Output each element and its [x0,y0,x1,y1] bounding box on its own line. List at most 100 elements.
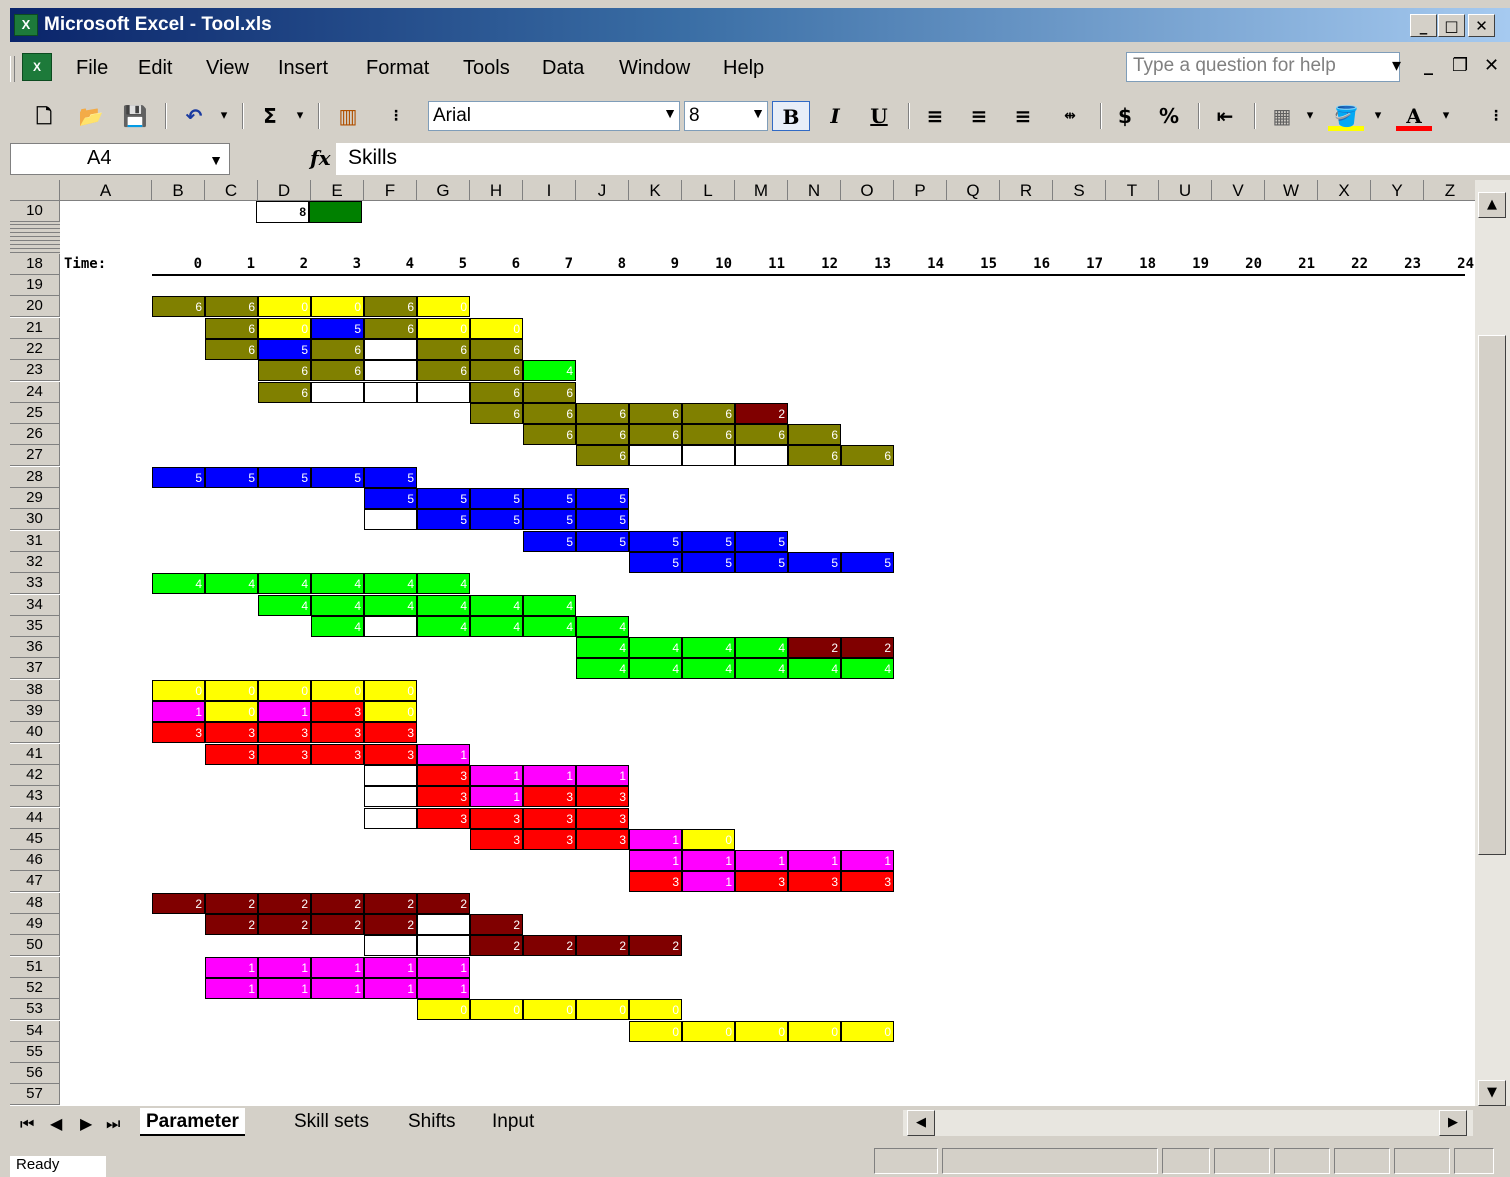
cell-f33[interactable]: 4 [364,573,417,594]
cell-d20[interactable]: 0 [258,296,311,317]
cell-h23[interactable]: 6 [470,360,523,381]
cell-n32[interactable]: 5 [788,552,841,573]
cell-h45[interactable]: 3 [470,829,523,850]
undo-dropdown-icon[interactable]: ▾ [216,101,232,131]
cell-f52[interactable]: 1 [364,978,417,999]
help-dropdown-icon[interactable]: ▾ [1392,55,1401,76]
cell-g53[interactable]: 0 [417,999,470,1020]
italic-button[interactable]: I [818,101,852,131]
cell-g49[interactable] [417,914,470,935]
column-header-p[interactable]: P [894,180,947,201]
row-header-53[interactable]: 53 [10,999,60,1020]
scroll-down-icon[interactable]: ▼ [1478,1080,1506,1106]
scroll-up-icon[interactable]: ▲ [1478,192,1506,218]
row-header-22[interactable]: 22 [10,339,60,360]
cell-f40[interactable]: 3 [364,722,417,743]
cell-i23[interactable]: 4 [523,360,576,381]
cell-h42[interactable]: 1 [470,765,523,786]
row-header-48[interactable]: 48 [10,893,60,914]
cell-f24[interactable] [364,382,417,403]
cell-m36[interactable]: 4 [735,637,788,658]
cell-j35[interactable]: 4 [576,616,629,637]
column-header-j[interactable]: J [576,180,629,201]
cell-c49[interactable]: 2 [205,914,258,935]
cell-c39[interactable]: 0 [205,701,258,722]
row-header-44[interactable]: 44 [10,808,60,829]
cell-e22[interactable]: 6 [311,339,364,360]
cell-g52[interactable]: 1 [417,978,470,999]
last-sheet-icon[interactable]: ⏭ [106,1114,120,1134]
font-size-select[interactable]: 8 ▼ [684,101,768,131]
cell-c21[interactable]: 6 [205,318,258,339]
cell-o32[interactable]: 5 [841,552,894,573]
column-header-b[interactable]: B [152,180,205,201]
select-all-corner[interactable] [10,180,60,201]
cell-f42[interactable] [364,765,417,786]
cell-b48[interactable]: 2 [152,893,205,914]
row-header-31[interactable]: 31 [10,531,60,552]
cell-c40[interactable]: 3 [205,722,258,743]
cell-g50[interactable] [417,935,470,956]
horizontal-scrollbar[interactable]: ◀ ▶ [903,1110,1473,1136]
cell-j25[interactable]: 6 [576,403,629,424]
cell-f20[interactable]: 6 [364,296,417,317]
cell-l37[interactable]: 4 [682,658,735,679]
prev-sheet-icon[interactable]: ◀ [50,1114,62,1133]
cell-o27[interactable]: 6 [841,445,894,466]
cell-f48[interactable]: 2 [364,893,417,914]
cell-e20[interactable]: 0 [311,296,364,317]
cell-n26[interactable]: 6 [788,424,841,445]
cell-f43[interactable] [364,786,417,807]
menu-tools[interactable]: Tools [463,57,510,80]
column-header-c[interactable]: C [205,180,258,201]
borders-icon[interactable]: ▦ [1266,101,1298,131]
cell-e33[interactable]: 4 [311,573,364,594]
cell-e49[interactable]: 2 [311,914,364,935]
cell-j30[interactable]: 5 [576,509,629,530]
cell-d51[interactable]: 1 [258,957,311,978]
column-header-n[interactable]: N [788,180,841,201]
cell-k31[interactable]: 5 [629,531,682,552]
cell-h34[interactable]: 4 [470,595,523,616]
row-header-47[interactable]: 47 [10,871,60,892]
cell-b39[interactable]: 1 [152,701,205,722]
row-header-28[interactable]: 28 [10,467,60,488]
column-header-k[interactable]: K [629,180,682,201]
cell-e40[interactable]: 3 [311,722,364,743]
cell-k27[interactable] [629,445,682,466]
cell-e51[interactable]: 1 [311,957,364,978]
column-header-x[interactable]: X [1318,180,1371,201]
new-document-icon[interactable]: 🗋 [30,101,58,131]
cell-m54[interactable]: 0 [735,1021,788,1042]
row-header-52[interactable]: 52 [10,978,60,999]
cell-i24[interactable]: 6 [523,382,576,403]
cell-g42[interactable]: 3 [417,765,470,786]
cell-k54[interactable]: 0 [629,1021,682,1042]
cell-n54[interactable]: 0 [788,1021,841,1042]
row-header-45[interactable]: 45 [10,829,60,850]
row-header-25[interactable]: 25 [10,403,60,424]
cell-j45[interactable]: 3 [576,829,629,850]
cell-i29[interactable]: 5 [523,488,576,509]
cell-d48[interactable]: 2 [258,893,311,914]
cell-g34[interactable]: 4 [417,595,470,616]
doc-minimize-button[interactable]: _ [1424,55,1433,76]
cell-d33[interactable]: 4 [258,573,311,594]
cell-d10[interactable]: 8 [256,201,309,223]
cell-k37[interactable]: 4 [629,658,682,679]
scroll-left-icon[interactable]: ◀ [907,1110,935,1136]
cell-g33[interactable]: 4 [417,573,470,594]
cell-n47[interactable]: 3 [788,871,841,892]
column-header-l[interactable]: L [682,180,735,201]
cell-l46[interactable]: 1 [682,850,735,871]
cell-h30[interactable]: 5 [470,509,523,530]
cell-h50[interactable]: 2 [470,935,523,956]
column-header-v[interactable]: V [1212,180,1265,201]
cell-g23[interactable]: 6 [417,360,470,381]
cell-i31[interactable]: 5 [523,531,576,552]
cell-f44[interactable] [364,808,417,829]
cell-g41[interactable]: 1 [417,744,470,765]
cell-c51[interactable]: 1 [205,957,258,978]
cell-j26[interactable]: 6 [576,424,629,445]
row-header-32[interactable]: 32 [10,552,60,573]
